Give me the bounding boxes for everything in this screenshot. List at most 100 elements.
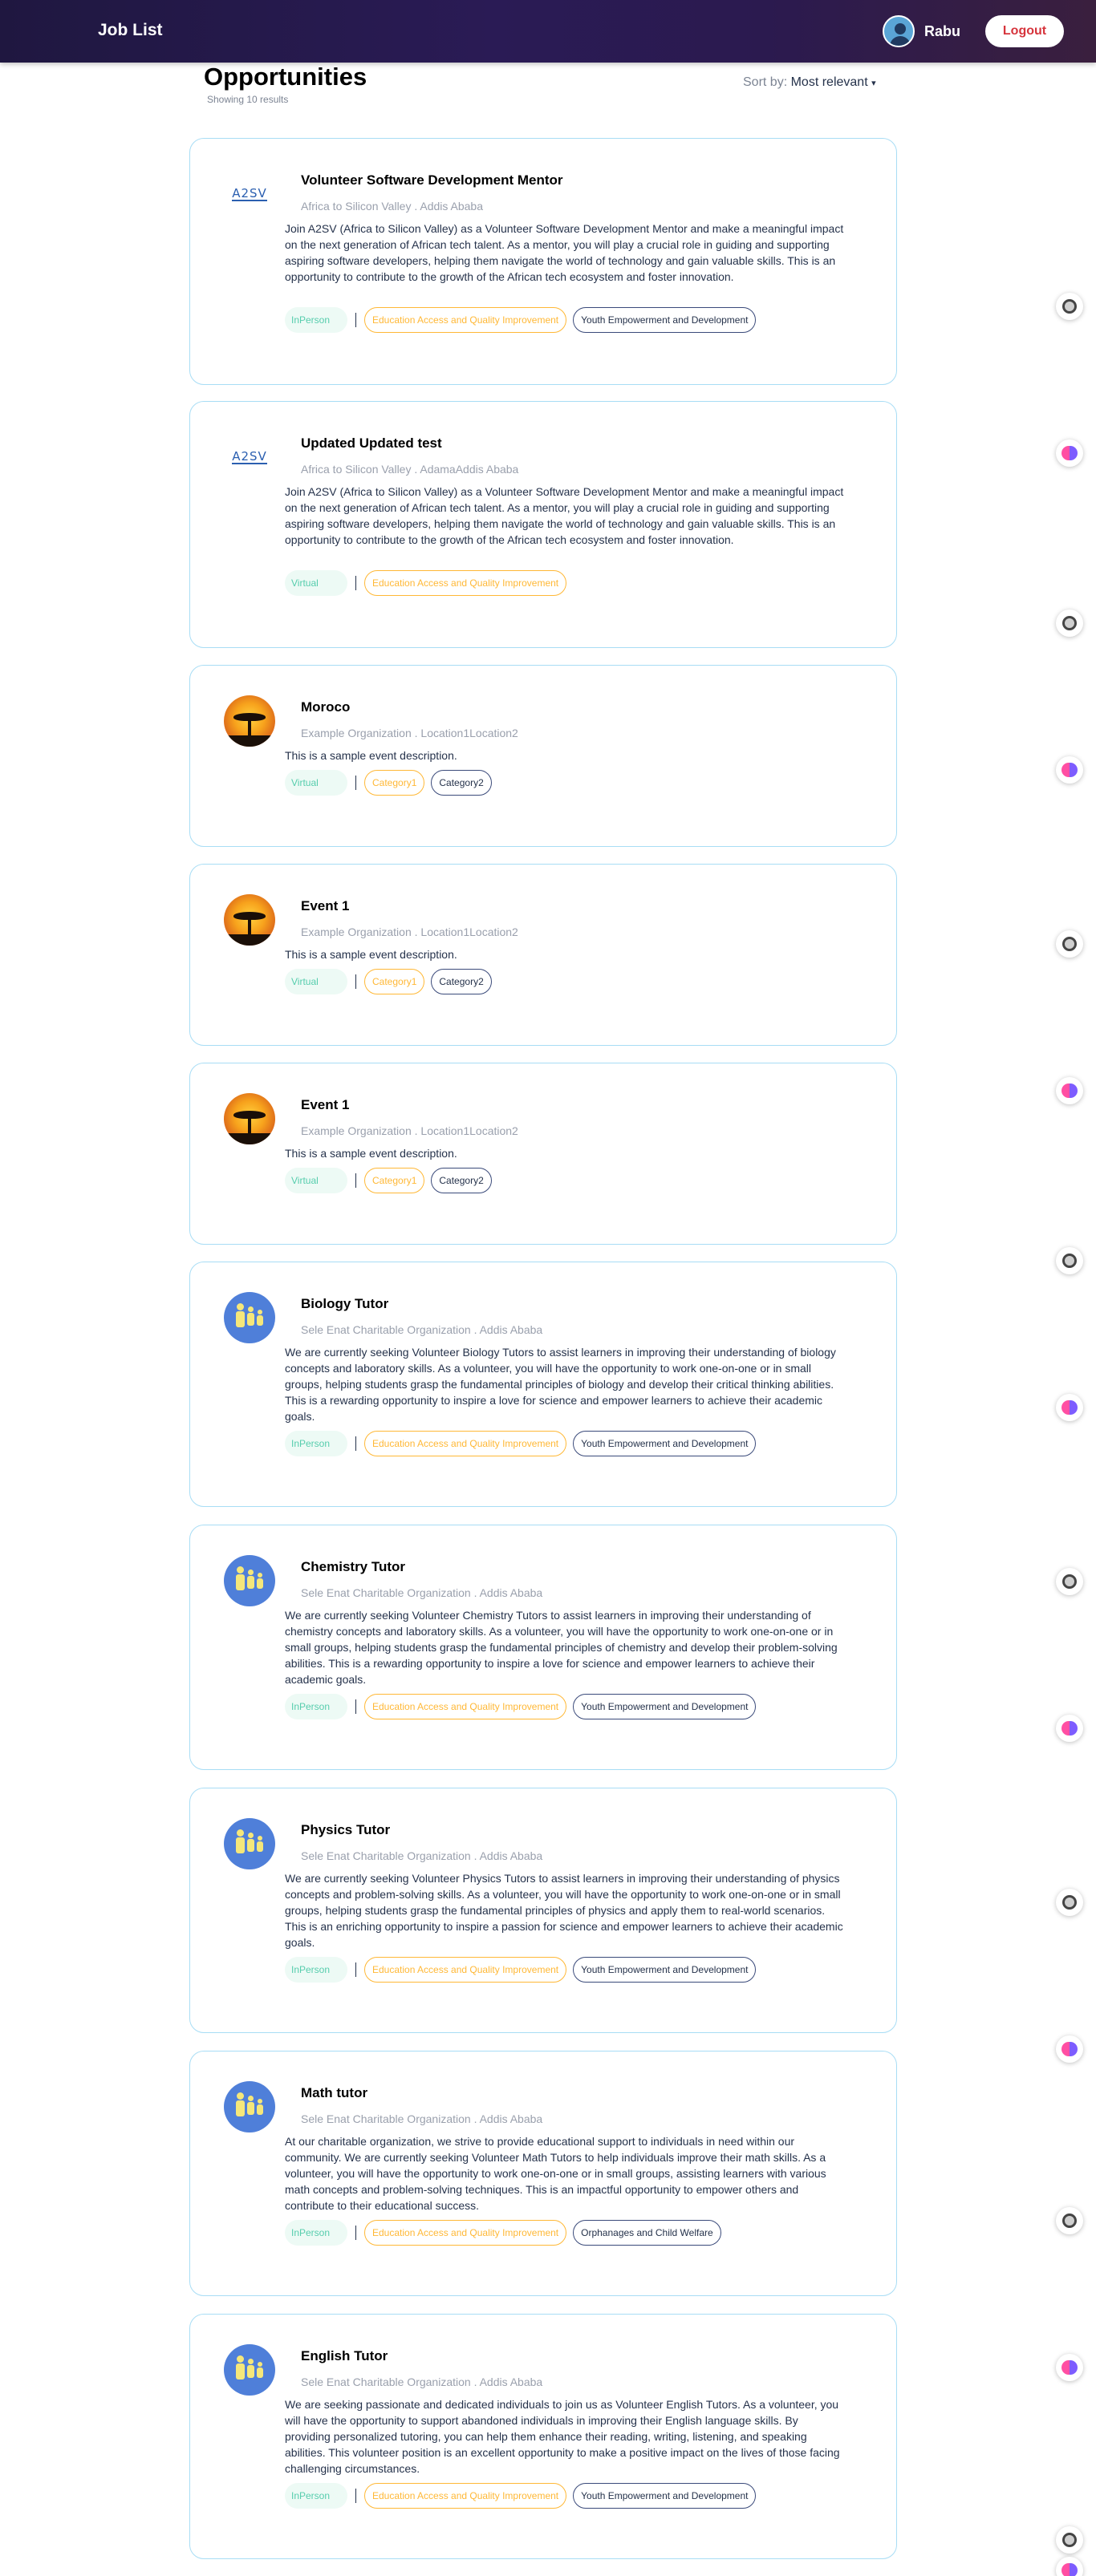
- category-tag: Orphanages and Child Welfare: [573, 2220, 721, 2246]
- record-glyph: [1062, 2533, 1077, 2547]
- sele-enat-logo: [224, 1818, 275, 1869]
- record-icon[interactable]: [1056, 2526, 1083, 2554]
- job-title[interactable]: English Tutor: [301, 2348, 388, 2364]
- brain-glyph: [1061, 446, 1078, 460]
- brain-icon[interactable]: [1056, 2354, 1083, 2381]
- brain-icon[interactable]: [1056, 439, 1083, 467]
- brain-icon[interactable]: [1056, 2557, 1083, 2576]
- chevron-down-icon[interactable]: ▾: [871, 79, 876, 88]
- brain-icon[interactable]: [1056, 756, 1083, 784]
- tag-divider: [355, 974, 356, 989]
- job-title[interactable]: Biology Tutor: [301, 1296, 388, 1312]
- job-type-badge: Virtual: [285, 969, 347, 994]
- tag-divider: [355, 1962, 356, 1977]
- record-icon[interactable]: [1056, 610, 1083, 637]
- job-card[interactable]: A2SV Updated Updated test Africa to Sili…: [189, 401, 897, 648]
- job-type-badge: InPerson: [285, 2483, 347, 2509]
- job-description: Join A2SV (Africa to Silicon Valley) as …: [285, 222, 844, 283]
- category-tag: Youth Empowerment and Development: [573, 1694, 757, 1719]
- job-org-location: Sele Enat Charitable Organization . Addi…: [301, 1586, 543, 1599]
- brain-icon[interactable]: [1056, 2035, 1083, 2063]
- tag-divider: [355, 313, 356, 327]
- brain-glyph: [1061, 2360, 1078, 2375]
- ground: [224, 1133, 275, 1144]
- job-org-location: Sele Enat Charitable Organization . Addi…: [301, 2376, 543, 2388]
- job-title[interactable]: Updated Updated test: [301, 435, 442, 452]
- job-title[interactable]: Volunteer Software Development Mentor: [301, 172, 563, 188]
- job-description: We are currently seeking Volunteer Physi…: [285, 1872, 843, 1949]
- job-card[interactable]: English Tutor Sele Enat Charitable Organ…: [189, 2314, 897, 2559]
- category-tag: Category2: [431, 1168, 492, 1193]
- job-type-badge: InPerson: [285, 1957, 347, 1983]
- job-card[interactable]: Event 1 Example Organization . Location1…: [189, 864, 897, 1046]
- record-icon[interactable]: [1056, 1889, 1083, 1916]
- job-title[interactable]: Math tutor: [301, 2085, 367, 2101]
- category-tag: Education Access and Quality Improvement: [364, 307, 567, 333]
- job-tags: Virtual Education Access and Quality Imp…: [285, 570, 573, 596]
- app-title: Job List: [98, 21, 163, 39]
- category-tag: Youth Empowerment and Development: [573, 2483, 757, 2509]
- brain-icon[interactable]: [1056, 1077, 1083, 1104]
- job-tags: Virtual Category1 Category2: [285, 969, 498, 994]
- brain-glyph: [1061, 2563, 1078, 2576]
- category-tag: Education Access and Quality Improvement: [364, 1694, 567, 1719]
- logout-button[interactable]: Logout: [985, 15, 1064, 47]
- category-tag: Education Access and Quality Improvement: [364, 1957, 567, 1983]
- job-title[interactable]: Physics Tutor: [301, 1822, 390, 1838]
- category-tag: Category1: [364, 770, 425, 796]
- job-description: This is a sample event description.: [285, 749, 457, 762]
- category-tag: Category2: [431, 969, 492, 994]
- sele-enat-logo: [224, 2344, 275, 2396]
- job-org-location: Example Organization . Location1Location…: [301, 1124, 518, 1137]
- brain-glyph: [1061, 1083, 1078, 1098]
- job-card[interactable]: Physics Tutor Sele Enat Charitable Organ…: [189, 1788, 897, 2033]
- tag-divider: [355, 2489, 356, 2503]
- brain-icon[interactable]: [1056, 1715, 1083, 1742]
- category-tag: Category1: [364, 969, 425, 994]
- a2sv-logo: A2SV: [224, 168, 275, 220]
- job-card[interactable]: Math tutor Sele Enat Charitable Organiza…: [189, 2051, 897, 2296]
- job-card[interactable]: A2SV Volunteer Software Development Ment…: [189, 138, 897, 385]
- job-title[interactable]: Event 1: [301, 1097, 349, 1113]
- job-card[interactable]: Event 1 Example Organization . Location1…: [189, 1063, 897, 1245]
- job-org-location: Sele Enat Charitable Organization . Addi…: [301, 1323, 543, 1336]
- tag-divider: [355, 1699, 356, 1714]
- job-card[interactable]: Chemistry Tutor Sele Enat Charitable Org…: [189, 1525, 897, 1770]
- record-glyph: [1062, 2213, 1077, 2228]
- sort-control[interactable]: Sort by: Most relevant ▾: [743, 75, 876, 90]
- job-org-location: Sele Enat Charitable Organization . Addi…: [301, 1849, 543, 1862]
- tree-trunk: [248, 1117, 251, 1135]
- record-icon[interactable]: [1056, 293, 1083, 320]
- job-tags: InPerson Education Access and Quality Im…: [285, 2220, 728, 2246]
- sort-select[interactable]: Most relevant: [791, 75, 868, 89]
- category-tag: Youth Empowerment and Development: [573, 307, 757, 333]
- brain-glyph: [1061, 2042, 1078, 2056]
- job-title[interactable]: Chemistry Tutor: [301, 1559, 405, 1575]
- record-icon[interactable]: [1056, 2207, 1083, 2234]
- job-title[interactable]: Moroco: [301, 699, 350, 715]
- top-navbar: Job List Rabu Logout: [0, 0, 1096, 63]
- tree-trunk: [248, 918, 251, 936]
- job-card[interactable]: Moroco Example Organization . Location1L…: [189, 665, 897, 847]
- job-org-location: Africa to Silicon Valley . Addis Ababa: [301, 200, 483, 213]
- job-card[interactable]: Biology Tutor Sele Enat Charitable Organ…: [189, 1262, 897, 1507]
- record-glyph: [1062, 299, 1077, 314]
- category-tag: Education Access and Quality Improvement: [364, 2220, 567, 2246]
- job-type-badge: InPerson: [285, 1431, 347, 1456]
- sunset-tree-logo: [224, 1093, 275, 1144]
- job-description: We are currently seeking Volunteer Biolo…: [285, 1346, 836, 1423]
- record-icon[interactable]: [1056, 930, 1083, 958]
- record-icon[interactable]: [1056, 1247, 1083, 1274]
- job-title[interactable]: Event 1: [301, 898, 349, 914]
- job-type-badge: Virtual: [285, 570, 347, 596]
- brain-glyph: [1061, 763, 1078, 777]
- sunset-tree-logo: [224, 695, 275, 747]
- record-icon[interactable]: [1056, 1568, 1083, 1595]
- job-description: This is a sample event description.: [285, 1147, 457, 1160]
- brain-icon[interactable]: [1056, 1394, 1083, 1421]
- avatar-body: [890, 36, 911, 46]
- tree-trunk: [248, 719, 251, 737]
- tag-divider: [355, 1173, 356, 1188]
- brain-glyph: [1061, 1721, 1078, 1736]
- avatar[interactable]: [883, 15, 915, 47]
